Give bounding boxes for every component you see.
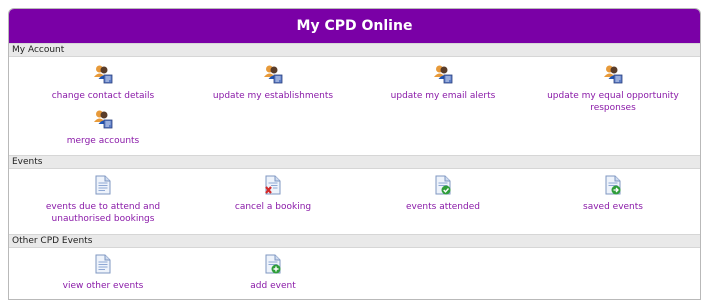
- document-check-icon: [435, 175, 451, 195]
- update-equal-opportunity-link[interactable]: update my equal opportunity responses: [529, 64, 697, 114]
- saved-events-link[interactable]: saved events: [529, 175, 697, 213]
- document-add-icon: [265, 254, 281, 274]
- add-event-label: add event: [250, 281, 296, 291]
- change-contact-details-label: change contact details: [51, 91, 155, 101]
- my-account-grid: change contact details update my establi…: [9, 57, 700, 155]
- section-other-cpd-events: Other CPD Events: [9, 234, 700, 248]
- update-email-alerts-link[interactable]: update my email alerts: [359, 64, 527, 102]
- cancel-booking-link[interactable]: cancel a booking: [189, 175, 357, 213]
- update-establishments-link[interactable]: update my establishments: [189, 64, 357, 102]
- document-saved-icon: [605, 175, 621, 195]
- events-attended-link[interactable]: events attended: [359, 175, 527, 213]
- users-icon: [604, 65, 623, 84]
- update-establishments-label: update my establishments: [212, 91, 334, 101]
- change-contact-details-link[interactable]: change contact details: [19, 64, 187, 102]
- section-my-account: My Account: [9, 43, 700, 57]
- users-icon: [264, 65, 283, 84]
- events-due-label: events due to attend and unauthorised bo…: [45, 202, 161, 224]
- merge-accounts-label: merge accounts: [66, 136, 140, 146]
- merge-accounts-link[interactable]: merge accounts: [19, 109, 187, 147]
- document-icon: [95, 175, 111, 195]
- document-icon: [95, 254, 111, 274]
- update-equal-opportunity-label: update my equal opportunity responses: [547, 91, 679, 113]
- users-icon: [434, 65, 453, 84]
- update-email-alerts-label: update my email alerts: [390, 91, 496, 101]
- view-other-events-label: view other events: [62, 281, 144, 291]
- users-icon: [94, 110, 113, 129]
- saved-events-label: saved events: [583, 202, 643, 212]
- cancel-booking-label: cancel a booking: [234, 202, 312, 212]
- other-events-grid: view other events add event: [9, 248, 700, 299]
- document-cancel-icon: [265, 175, 281, 195]
- events-grid: events due to attend and unauthorised bo…: [9, 169, 700, 234]
- page-title: My CPD Online: [9, 9, 700, 43]
- add-event-link[interactable]: add event: [189, 254, 357, 292]
- view-other-events-link[interactable]: view other events: [19, 254, 187, 292]
- section-events: Events: [9, 155, 700, 169]
- events-attended-label: events attended: [406, 202, 480, 212]
- users-icon: [94, 65, 113, 84]
- cpd-panel: My CPD Online My Account change contact …: [8, 8, 701, 300]
- events-due-link[interactable]: events due to attend and unauthorised bo…: [19, 175, 187, 225]
